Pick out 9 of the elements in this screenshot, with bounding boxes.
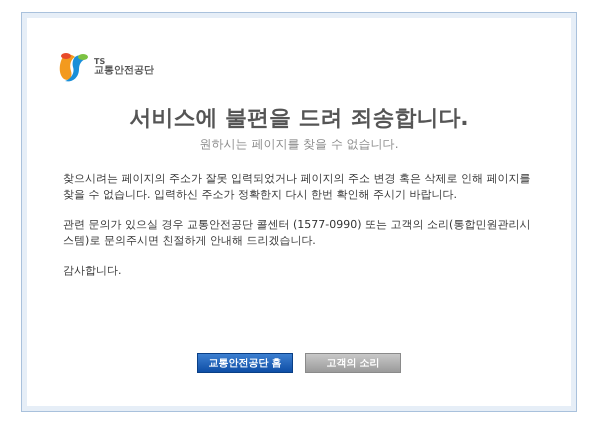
error-subtitle: 원하시는 페이지를 찾을 수 없습니다. [198,136,400,152]
logo-abbr: TS [94,58,106,66]
nav-button[interactable]: 교통안전공단 홈 [197,353,293,373]
logo-text: 교통안전공단 [94,66,154,76]
body-paragraph: 관련 문의가 있으실 경우 교통안전공단 콜센터 (1577-0990) 또는 고객의 소리(통합민원관리시스템)로 문의주시면 친절하게 안내해 드리겠습니다. [63,216,532,248]
body-paragraph: 찾으시려는 페이지의 주소가 잘못 입력되었거나 페이지의 주소 변경 혹은 삭제로 인해 페이지를 찾을 수 없습니다. 입력하신 주소가 정확한지 다시 한번 확인해 주시기 바랍니다. [63,170,532,202]
error-title: 서비스에 불편을 드려 죄송합니다. [128,105,470,132]
logo-icon [57,51,91,83]
body-paragraph: 감사합니다. [63,262,122,278]
